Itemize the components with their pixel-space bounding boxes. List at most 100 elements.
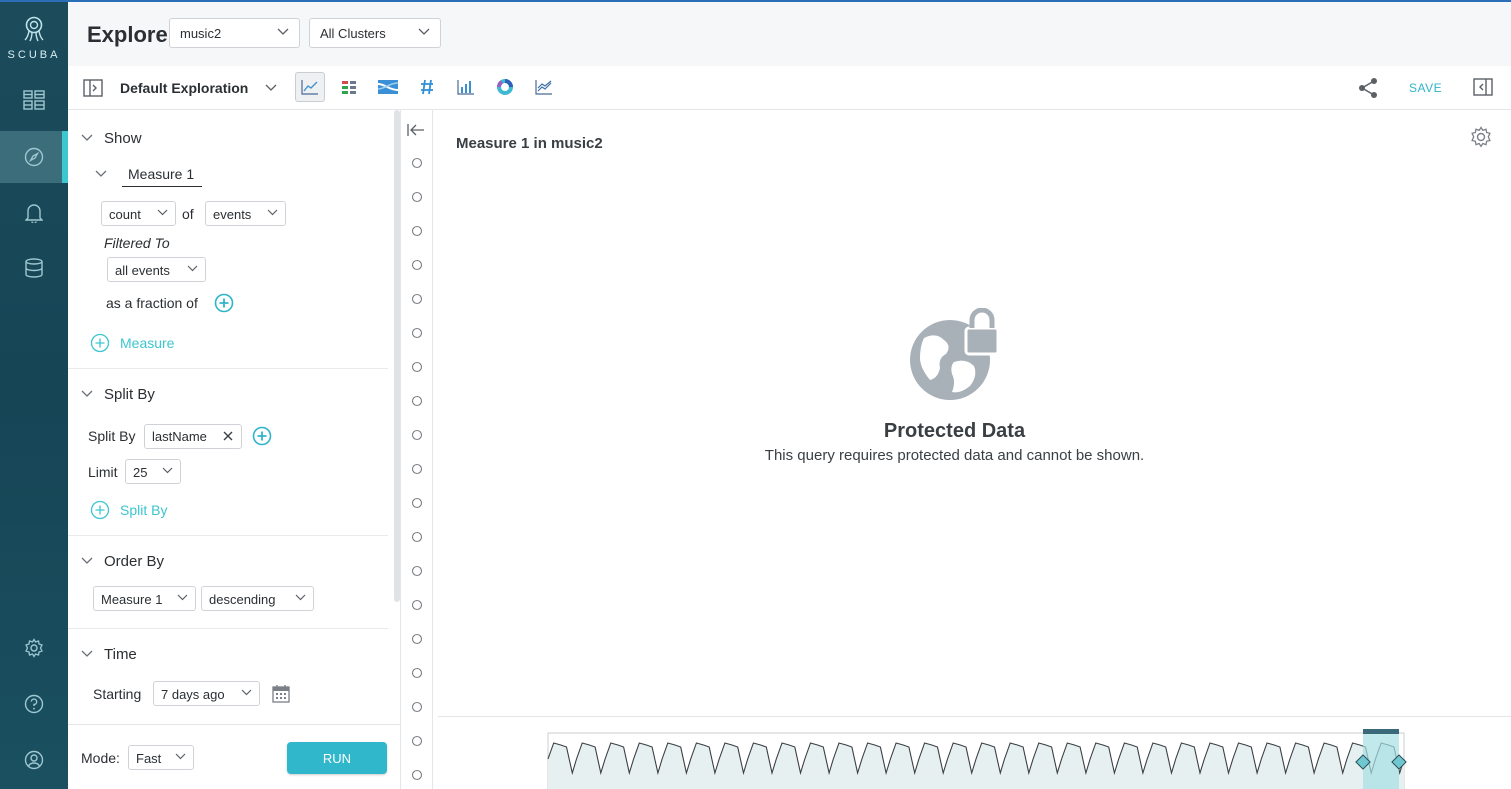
chevron-down-icon: [175, 753, 186, 760]
order-field-select[interactable]: Measure 1: [93, 586, 196, 611]
nav-alerts[interactable]: [0, 187, 68, 239]
starting-select[interactable]: 7 days ago: [153, 681, 260, 706]
view-flow[interactable]: [373, 72, 403, 102]
exploration-name[interactable]: Default Exploration: [120, 80, 248, 96]
history-dot[interactable]: [411, 531, 423, 543]
add-measure-label: Measure: [120, 335, 175, 351]
history-dot[interactable]: [411, 157, 423, 169]
view-bar-chart[interactable]: [451, 72, 481, 102]
chevron-down-icon: [267, 209, 278, 216]
collapse-split-chevron-icon[interactable]: [81, 390, 93, 398]
limit-label: Limit: [88, 464, 118, 480]
chart-settings-icon[interactable]: [1470, 126, 1492, 148]
aggregate-value: count: [109, 207, 141, 222]
add-split-icon[interactable]: [252, 426, 272, 446]
collapse-time-chevron-icon[interactable]: [81, 650, 93, 658]
history-dot[interactable]: [411, 395, 423, 407]
aggregate-select[interactable]: count: [101, 201, 176, 226]
run-bar: Mode: Fast RUN: [68, 724, 400, 789]
history-dot[interactable]: [411, 429, 423, 441]
brand-logo[interactable]: SCUBA: [0, 16, 68, 61]
toggle-right-panel-button[interactable]: [1473, 78, 1493, 101]
chevron-down-icon: [277, 28, 289, 35]
chevron-down-icon: [187, 265, 198, 272]
nav-dashboards[interactable]: [0, 74, 68, 126]
collapse-show-chevron-icon[interactable]: [81, 134, 93, 142]
nav-data[interactable]: [0, 242, 68, 294]
limit-select[interactable]: 25: [125, 459, 181, 484]
view-donut[interactable]: [490, 72, 520, 102]
help-icon: [24, 694, 44, 714]
chevron-down-icon: [157, 209, 168, 216]
collapse-measure-chevron-icon[interactable]: [95, 170, 107, 178]
toggle-panel-button[interactable]: [83, 79, 103, 102]
history-dot[interactable]: [411, 701, 423, 713]
share-icon: [1359, 78, 1377, 98]
measure-name-input[interactable]: Measure 1: [122, 166, 202, 187]
limit-value: 25: [133, 465, 148, 480]
add-fraction-icon[interactable]: [214, 293, 234, 313]
filter-value: all events: [115, 263, 170, 278]
history-dot[interactable]: [411, 463, 423, 475]
mode-select[interactable]: Fast: [128, 745, 194, 770]
dataset-select[interactable]: music2: [169, 18, 300, 48]
view-line-chart[interactable]: [295, 72, 325, 102]
save-button[interactable]: SAVE: [1409, 81, 1442, 95]
split-by-label: Split By: [88, 428, 136, 444]
target-value: events: [213, 207, 252, 222]
time-range-minichart[interactable]: [438, 716, 1511, 789]
split-chip[interactable]: lastName: [144, 424, 242, 449]
order-direction-select[interactable]: descending: [201, 586, 314, 611]
remove-chip-icon[interactable]: [223, 431, 233, 441]
run-button[interactable]: RUN: [287, 742, 387, 774]
protected-data-title: Protected Data: [883, 420, 1026, 442]
order-field-value: Measure 1: [101, 592, 163, 607]
view-table[interactable]: [334, 72, 364, 102]
collapse-order-chevron-icon[interactable]: [81, 557, 93, 565]
divider: [68, 628, 388, 629]
history-dot[interactable]: [411, 497, 423, 509]
view-compare[interactable]: [529, 72, 559, 102]
target-select[interactable]: events: [205, 201, 286, 226]
starting-label: Starting: [93, 686, 142, 702]
history-dot[interactable]: [411, 667, 423, 679]
number-icon: [421, 79, 433, 95]
nav-help[interactable]: [0, 678, 68, 730]
grid-icon: [23, 90, 45, 110]
chevron-down-icon: [162, 467, 173, 474]
mode-value: Fast: [136, 751, 162, 766]
calendar-icon[interactable]: [272, 684, 290, 703]
history-dot[interactable]: [411, 259, 423, 271]
filter-select[interactable]: all events: [107, 257, 206, 282]
fraction-label: as a fraction of: [106, 295, 198, 311]
history-dot[interactable]: [411, 599, 423, 611]
range-handle-top[interactable]: [1363, 729, 1399, 734]
donut-icon: [496, 79, 513, 95]
share-button[interactable]: [1358, 77, 1378, 104]
minichart-svg: [547, 729, 1407, 789]
nav-profile[interactable]: [0, 734, 68, 786]
history-dot[interactable]: [411, 225, 423, 237]
history-dot[interactable]: [411, 361, 423, 373]
bar-chart-icon: [457, 80, 474, 95]
chevron-down-icon: [241, 689, 252, 696]
history-dot[interactable]: [411, 735, 423, 747]
history-dot[interactable]: [411, 327, 423, 339]
history-dot[interactable]: [411, 769, 423, 781]
exploration-menu-chevron-icon[interactable]: [265, 84, 277, 92]
history-dot[interactable]: [411, 191, 423, 203]
history-dot[interactable]: [411, 293, 423, 305]
filtered-to-label: Filtered To: [104, 235, 170, 251]
nav-explore[interactable]: [0, 131, 68, 183]
cluster-select[interactable]: All Clusters: [309, 18, 441, 48]
add-split-label: Split By: [120, 502, 168, 518]
nav-settings[interactable]: [0, 622, 68, 674]
toolbar: Default Exploration SAVE: [68, 66, 1511, 110]
view-number[interactable]: [412, 72, 442, 102]
history-dot[interactable]: [411, 633, 423, 645]
scuba-logo-icon: [24, 16, 44, 42]
section-time-title: Time: [104, 646, 137, 663]
history-dot[interactable]: [411, 565, 423, 577]
section-order-title: Order By: [104, 553, 165, 570]
order-direction-value: descending: [209, 592, 276, 607]
